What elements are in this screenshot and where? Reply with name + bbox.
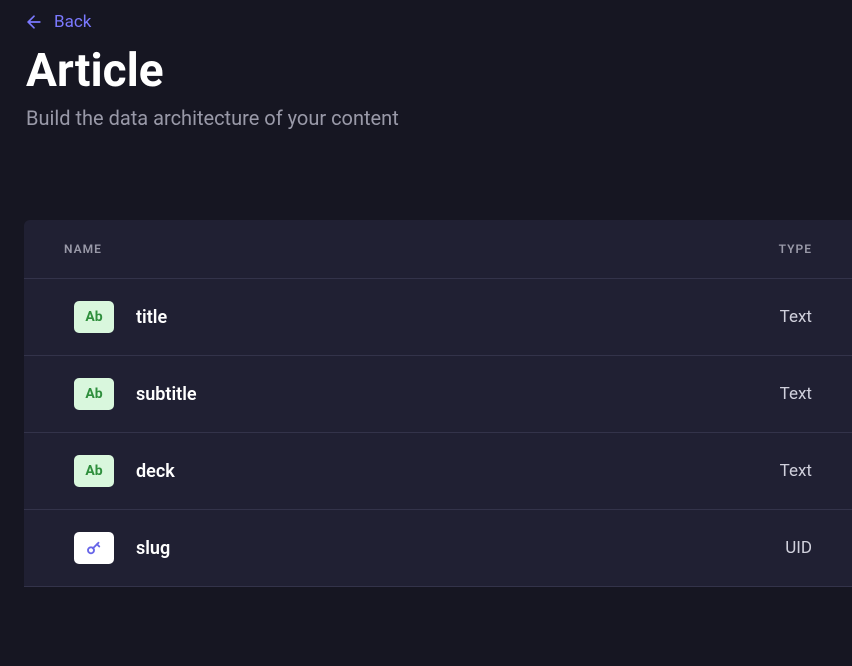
row-left: Ab title	[74, 301, 167, 333]
back-link[interactable]: Back	[0, 0, 115, 44]
field-type: UID	[785, 538, 812, 558]
field-type: Text	[780, 384, 812, 404]
field-name: title	[136, 307, 167, 328]
arrow-left-icon	[24, 12, 44, 32]
text-field-icon: Ab	[74, 301, 114, 333]
table-header-name: NAME	[64, 242, 102, 256]
table-row[interactable]: Ab subtitle Text	[24, 356, 852, 433]
table-row[interactable]: slug UID	[24, 510, 852, 587]
field-name: slug	[136, 538, 170, 559]
page-title: Article	[26, 44, 826, 98]
table-row[interactable]: Ab title Text	[24, 279, 852, 356]
uid-field-icon	[74, 532, 114, 564]
text-field-icon: Ab	[74, 455, 114, 487]
table-header: NAME TYPE	[24, 220, 852, 279]
table-header-type: TYPE	[779, 242, 812, 256]
fields-table: NAME TYPE Ab title Text Ab subtitle Text…	[24, 220, 852, 587]
page-subtitle: Build the data architecture of your cont…	[26, 106, 826, 130]
row-left: Ab deck	[74, 455, 175, 487]
field-type: Text	[780, 461, 812, 481]
back-label: Back	[54, 12, 91, 32]
text-field-icon: Ab	[74, 378, 114, 410]
field-name: subtitle	[136, 384, 197, 405]
table-row[interactable]: Ab deck Text	[24, 433, 852, 510]
field-name: deck	[136, 461, 175, 482]
page-header: Article Build the data architecture of y…	[0, 44, 852, 170]
row-left: slug	[74, 532, 170, 564]
field-type: Text	[780, 307, 812, 327]
row-left: Ab subtitle	[74, 378, 197, 410]
